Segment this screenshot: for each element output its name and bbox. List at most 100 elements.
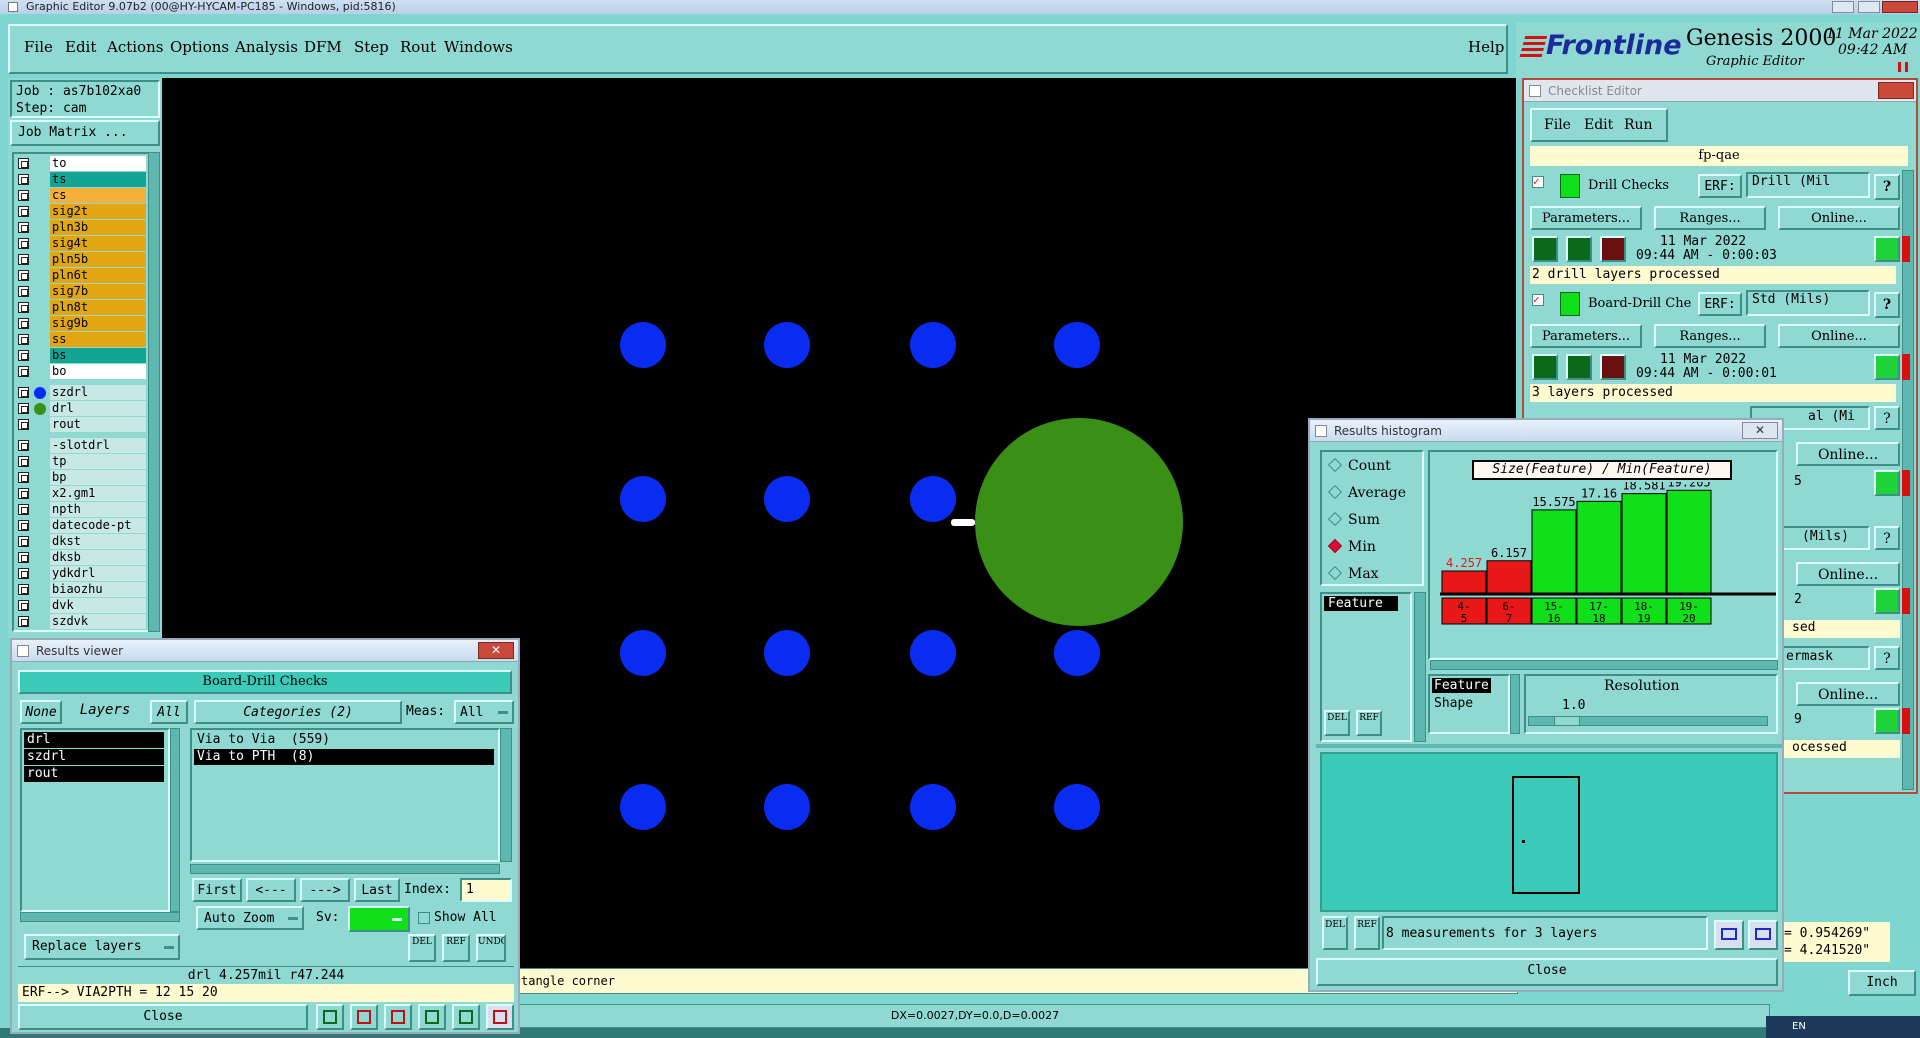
drill-layer-row[interactable]: drl bbox=[16, 401, 146, 416]
mode-radio-count[interactable]: Count bbox=[1327, 457, 1426, 474]
units-button[interactable]: Inch bbox=[1848, 970, 1916, 996]
layer-checkbox[interactable] bbox=[18, 206, 29, 217]
layer-name[interactable]: -slotdrl bbox=[50, 438, 146, 453]
layer-checkbox[interactable] bbox=[18, 536, 29, 547]
drill-layer-row[interactable]: szdrl bbox=[16, 385, 146, 400]
rv-ref-button[interactable]: REF bbox=[442, 934, 470, 962]
layer-name[interactable]: pln6t bbox=[50, 268, 146, 283]
misc-layer-row[interactable]: datecode-pt bbox=[16, 518, 146, 533]
layer-name[interactable]: rout bbox=[50, 417, 146, 432]
layer-row[interactable]: to bbox=[16, 156, 146, 171]
layer-name[interactable]: dkst bbox=[50, 534, 146, 549]
via-pad[interactable] bbox=[1054, 322, 1100, 368]
checklist-menu-edit[interactable]: Edit bbox=[1584, 110, 1613, 140]
layer-checkbox[interactable] bbox=[18, 552, 29, 563]
rv-meas-select[interactable]: All bbox=[454, 700, 514, 724]
histogram-bar[interactable] bbox=[1531, 509, 1577, 595]
layer-name[interactable]: bp bbox=[50, 470, 146, 485]
histogram-bar[interactable] bbox=[1441, 570, 1487, 595]
maximize-icon[interactable] bbox=[1858, 1, 1880, 13]
via-pad[interactable] bbox=[910, 322, 956, 368]
stop-icon[interactable] bbox=[350, 1004, 378, 1030]
rv-next-button[interactable]: ---> bbox=[300, 878, 350, 902]
action5-help-button[interactable]: ? bbox=[1874, 646, 1900, 670]
menu-edit[interactable]: Edit bbox=[65, 38, 96, 56]
rv-category-scrollbar[interactable] bbox=[500, 728, 512, 862]
via-pad[interactable] bbox=[1054, 784, 1100, 830]
action3-online-button[interactable]: Online... bbox=[1796, 442, 1900, 466]
rv-del-button[interactable]: DEL bbox=[408, 934, 436, 962]
rv-layer-item[interactable]: drl bbox=[24, 732, 164, 748]
via-pad[interactable] bbox=[1054, 630, 1100, 676]
layer-row[interactable]: pln6t bbox=[16, 268, 146, 283]
rv-category-hscroll[interactable] bbox=[190, 864, 500, 874]
run-step-icon[interactable] bbox=[1566, 354, 1592, 380]
histogram-bar[interactable] bbox=[1621, 493, 1667, 595]
histogram-bar[interactable] bbox=[1666, 489, 1712, 595]
layer-checkbox[interactable] bbox=[18, 419, 29, 430]
layer-name[interactable]: sig9b bbox=[50, 316, 146, 331]
layer-name[interactable]: szdrl bbox=[50, 385, 146, 400]
misc-layer-row[interactable]: dksb bbox=[16, 550, 146, 565]
hist-ref-button[interactable]: REF bbox=[1354, 916, 1380, 950]
layer-name[interactable]: pln3b bbox=[50, 220, 146, 235]
action3-search-button[interactable] bbox=[1874, 470, 1900, 496]
run-step-icon[interactable] bbox=[1566, 236, 1592, 262]
layer-checkbox[interactable] bbox=[18, 403, 29, 414]
action-help-button[interactable]: ? bbox=[1874, 292, 1900, 318]
action-label[interactable]: Board-Drill Che bbox=[1588, 296, 1698, 311]
action5-online-button[interactable]: Online... bbox=[1796, 682, 1900, 706]
layer-row[interactable]: bo bbox=[16, 364, 146, 379]
layer-name[interactable]: drl bbox=[50, 401, 146, 416]
action-parameters-button[interactable]: Parameters... bbox=[1530, 324, 1642, 348]
misc-layer-row[interactable]: tp bbox=[16, 454, 146, 469]
histogram-close-icon[interactable]: ✕ bbox=[1742, 422, 1778, 439]
action-ranges-button[interactable]: Ranges... bbox=[1654, 324, 1766, 348]
job-matrix-button[interactable]: Job Matrix ... bbox=[10, 120, 160, 146]
hist-ref-button-top[interactable]: REF bbox=[1356, 710, 1382, 736]
rv-none-button[interactable]: None bbox=[20, 700, 62, 724]
action-label[interactable]: Drill Checks bbox=[1588, 178, 1698, 193]
layer-checkbox[interactable] bbox=[18, 254, 29, 265]
via-pad[interactable] bbox=[620, 630, 666, 676]
layer-checkbox[interactable] bbox=[18, 504, 29, 515]
rv-show-all-checkbox[interactable] bbox=[418, 912, 430, 924]
stop-action-icon[interactable] bbox=[1600, 354, 1626, 380]
via-pad[interactable] bbox=[620, 476, 666, 522]
via-pad[interactable] bbox=[910, 784, 956, 830]
mode-radio-max[interactable]: Max bbox=[1327, 565, 1426, 582]
layer-row[interactable]: sig9b bbox=[16, 316, 146, 331]
layer-name[interactable]: pln5b bbox=[50, 252, 146, 267]
feature-list-item[interactable]: Feature bbox=[1324, 596, 1398, 611]
run-action-icon[interactable] bbox=[1532, 236, 1558, 262]
rv-first-button[interactable]: First bbox=[192, 878, 242, 902]
layer-name[interactable]: ss bbox=[50, 332, 146, 347]
via-pad[interactable] bbox=[764, 322, 810, 368]
action4-online-button[interactable]: Online... bbox=[1796, 562, 1900, 586]
layer-name[interactable]: datecode-pt bbox=[50, 518, 146, 533]
misc-layer-row[interactable]: dvk bbox=[16, 598, 146, 613]
hist-export-button[interactable] bbox=[1714, 920, 1744, 950]
histogram-icon[interactable] bbox=[316, 1004, 344, 1030]
minimize-icon[interactable] bbox=[1832, 1, 1854, 13]
action-erf-value[interactable]: Std (Mils) bbox=[1746, 290, 1870, 316]
misc-layer-row[interactable]: -slotdrl bbox=[16, 438, 146, 453]
menu-actions[interactable]: Actions bbox=[107, 38, 163, 56]
rv-layer-hscroll[interactable] bbox=[20, 912, 180, 922]
action-enable-checkbox[interactable]: ✓ bbox=[1532, 176, 1544, 188]
layer-checkbox[interactable] bbox=[18, 174, 29, 185]
menu-file[interactable]: File bbox=[24, 38, 53, 56]
layer-checkbox[interactable] bbox=[18, 440, 29, 451]
layer-checkbox[interactable] bbox=[18, 584, 29, 595]
stop-action-icon[interactable] bbox=[1600, 236, 1626, 262]
histogram-bar[interactable] bbox=[1486, 560, 1532, 595]
action-online-button[interactable]: Online... bbox=[1778, 324, 1900, 348]
action-online-button[interactable]: Online... bbox=[1778, 206, 1900, 230]
menu-step[interactable]: Step bbox=[354, 38, 389, 56]
rv-category-item[interactable]: Via to Via (559) bbox=[194, 732, 494, 748]
layer-checkbox[interactable] bbox=[18, 190, 29, 201]
rv-all-button[interactable]: All bbox=[150, 700, 188, 724]
action-parameters-button[interactable]: Parameters... bbox=[1530, 206, 1642, 230]
misc-layer-row[interactable]: dkst bbox=[16, 534, 146, 549]
list-icon[interactable] bbox=[452, 1004, 480, 1030]
